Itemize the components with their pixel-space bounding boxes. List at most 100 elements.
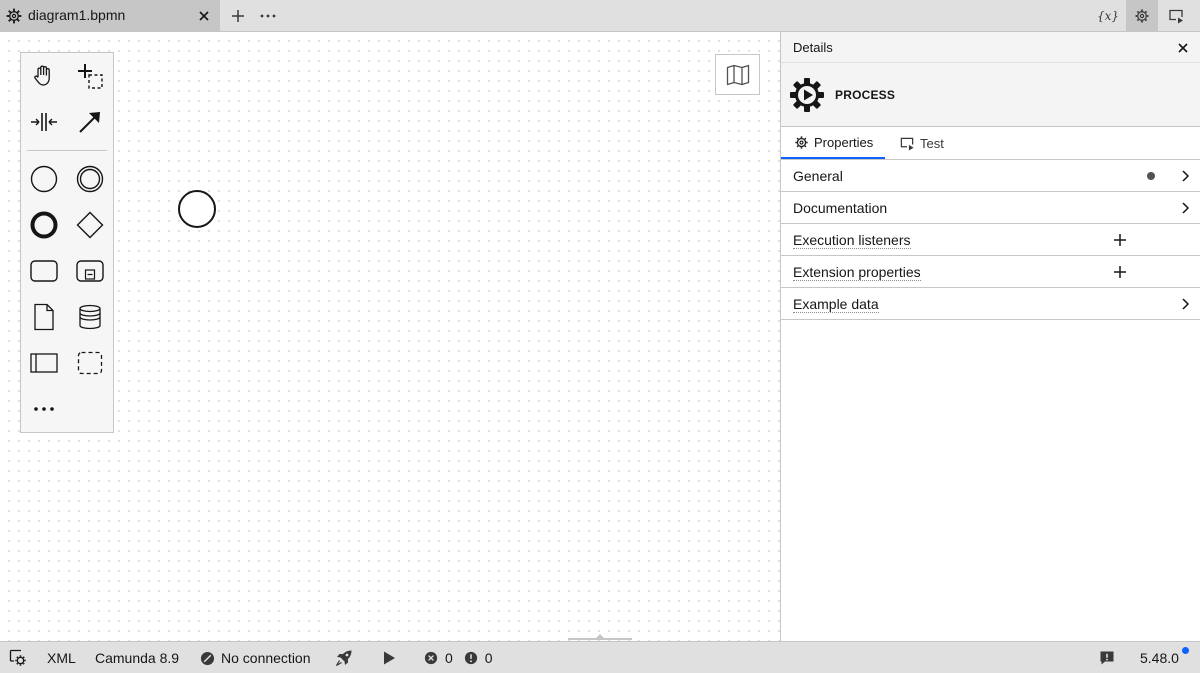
group-extension-properties[interactable]: Extension properties: [781, 256, 1200, 288]
create-pool[interactable]: [26, 345, 62, 381]
create-task[interactable]: [26, 253, 62, 289]
process-icon: [790, 78, 824, 112]
error-count: 0: [445, 650, 453, 666]
connection-label: No connection: [221, 650, 311, 666]
tab-properties[interactable]: Properties: [781, 128, 886, 159]
end-event-icon: [30, 211, 58, 239]
start-event-shape[interactable]: [178, 190, 216, 228]
create-start-event[interactable]: [26, 161, 62, 197]
add-icon[interactable]: [1112, 264, 1128, 280]
tab-test[interactable]: Test: [899, 128, 944, 159]
no-connection-icon: [200, 651, 215, 665]
tool-palette: [20, 52, 114, 433]
screen-play-icon: [900, 137, 914, 151]
panel-title: Details: [793, 40, 833, 55]
arrow-diagonal-icon: [79, 112, 100, 133]
group-icon: [77, 351, 103, 375]
overflow-menu-icon: [34, 407, 54, 411]
create-subprocess[interactable]: [72, 253, 108, 289]
subprocess-icon: [76, 260, 104, 282]
overflow-menu-icon: [260, 14, 276, 18]
properties-panel-toggle[interactable]: [1126, 0, 1158, 32]
connect-tool[interactable]: [72, 104, 108, 140]
update-indicator-dot: [1182, 647, 1189, 654]
panel-header: Details: [781, 32, 1200, 63]
group-general[interactable]: General: [781, 160, 1200, 192]
close-tab-icon[interactable]: [196, 8, 212, 24]
lasso-icon: [78, 64, 103, 89]
data-object-icon: [34, 303, 54, 331]
engine-version-button[interactable]: Camunda 8.9: [95, 642, 179, 673]
add-icon[interactable]: [1112, 232, 1128, 248]
tab-diagram[interactable]: diagram1.bpmn: [0, 0, 220, 32]
diagram-canvas[interactable]: [0, 32, 780, 641]
new-tab-button[interactable]: [228, 6, 248, 26]
pool-icon: [30, 353, 58, 373]
element-header: PROCESS: [781, 63, 1200, 127]
gear-icon: [6, 8, 22, 24]
run-button[interactable]: [382, 642, 396, 673]
gear-icon: [795, 136, 808, 149]
status-bar: XML Camunda 8.9 No connection 0 0 5.48.0: [0, 641, 1200, 673]
version-label: 5.48.0: [1140, 650, 1179, 666]
settings-view-icon: [9, 649, 26, 666]
variables-icon: {x}: [1096, 9, 1120, 23]
chevron-right-icon: [1182, 170, 1190, 182]
create-data-store[interactable]: [72, 299, 108, 335]
group-label: Execution listeners: [793, 232, 911, 249]
properties-panel: Details PROCESS Properties Test General …: [780, 32, 1200, 641]
problems-button[interactable]: 0 0: [424, 642, 493, 673]
group-label: General: [793, 168, 843, 184]
hand-icon: [34, 65, 50, 86]
plus-icon: [232, 10, 244, 22]
space-tool[interactable]: [26, 104, 62, 140]
close-icon[interactable]: [1175, 40, 1191, 56]
lasso-tool[interactable]: [72, 58, 108, 94]
start-event-icon: [30, 165, 58, 193]
tab-properties-label: Properties: [814, 135, 874, 150]
version-button[interactable]: 5.48.0: [1140, 642, 1179, 673]
warning-count: 0: [484, 650, 493, 666]
test-panel-toggle[interactable]: [1160, 0, 1192, 32]
tab-bar: diagram1.bpmn {x}: [0, 0, 1200, 32]
group-label: Documentation: [793, 200, 888, 216]
screen-play-icon: [1169, 9, 1183, 24]
format-label: XML: [47, 650, 76, 666]
error-icon: [424, 651, 438, 665]
task-icon: [30, 260, 58, 282]
engine-label: Camunda 8.9: [95, 650, 180, 666]
gateway-icon: [76, 211, 104, 239]
minimap-toggle-button[interactable]: [715, 54, 760, 95]
feedback-icon: [1100, 651, 1114, 665]
group-documentation[interactable]: Documentation: [781, 192, 1200, 224]
space-tool-icon: [31, 113, 57, 131]
feedback-button[interactable]: [1099, 642, 1115, 673]
group-execution-listeners[interactable]: Execution listeners: [781, 224, 1200, 256]
more-elements-button[interactable]: [26, 391, 62, 427]
data-marker-dot: [1147, 172, 1155, 180]
warning-icon: [464, 651, 477, 665]
variables-button[interactable]: {x}: [1092, 0, 1124, 32]
palette-separator: [27, 150, 107, 151]
chevron-right-icon: [1182, 202, 1190, 214]
group-example-data[interactable]: Example data: [781, 288, 1200, 320]
connection-status-button[interactable]: No connection: [200, 642, 311, 673]
group-label: Example data: [793, 296, 879, 313]
rocket-icon: [335, 650, 352, 667]
map-icon: [726, 64, 749, 85]
gear-icon: [1135, 9, 1149, 23]
play-icon: [384, 651, 395, 665]
xml-view-button[interactable]: XML: [47, 642, 76, 673]
tab-test-label: Test: [920, 136, 944, 151]
create-intermediate-event[interactable]: [72, 161, 108, 197]
panel-tabs: Properties Test: [781, 128, 1200, 160]
deploy-button[interactable]: [335, 642, 353, 673]
create-end-event[interactable]: [26, 207, 62, 243]
hand-tool[interactable]: [26, 58, 62, 94]
create-gateway[interactable]: [72, 207, 108, 243]
create-group[interactable]: [72, 345, 108, 381]
settings-button[interactable]: [9, 642, 27, 673]
create-data-object[interactable]: [26, 299, 62, 335]
data-store-icon: [79, 304, 101, 330]
more-tabs-button[interactable]: [258, 6, 278, 26]
